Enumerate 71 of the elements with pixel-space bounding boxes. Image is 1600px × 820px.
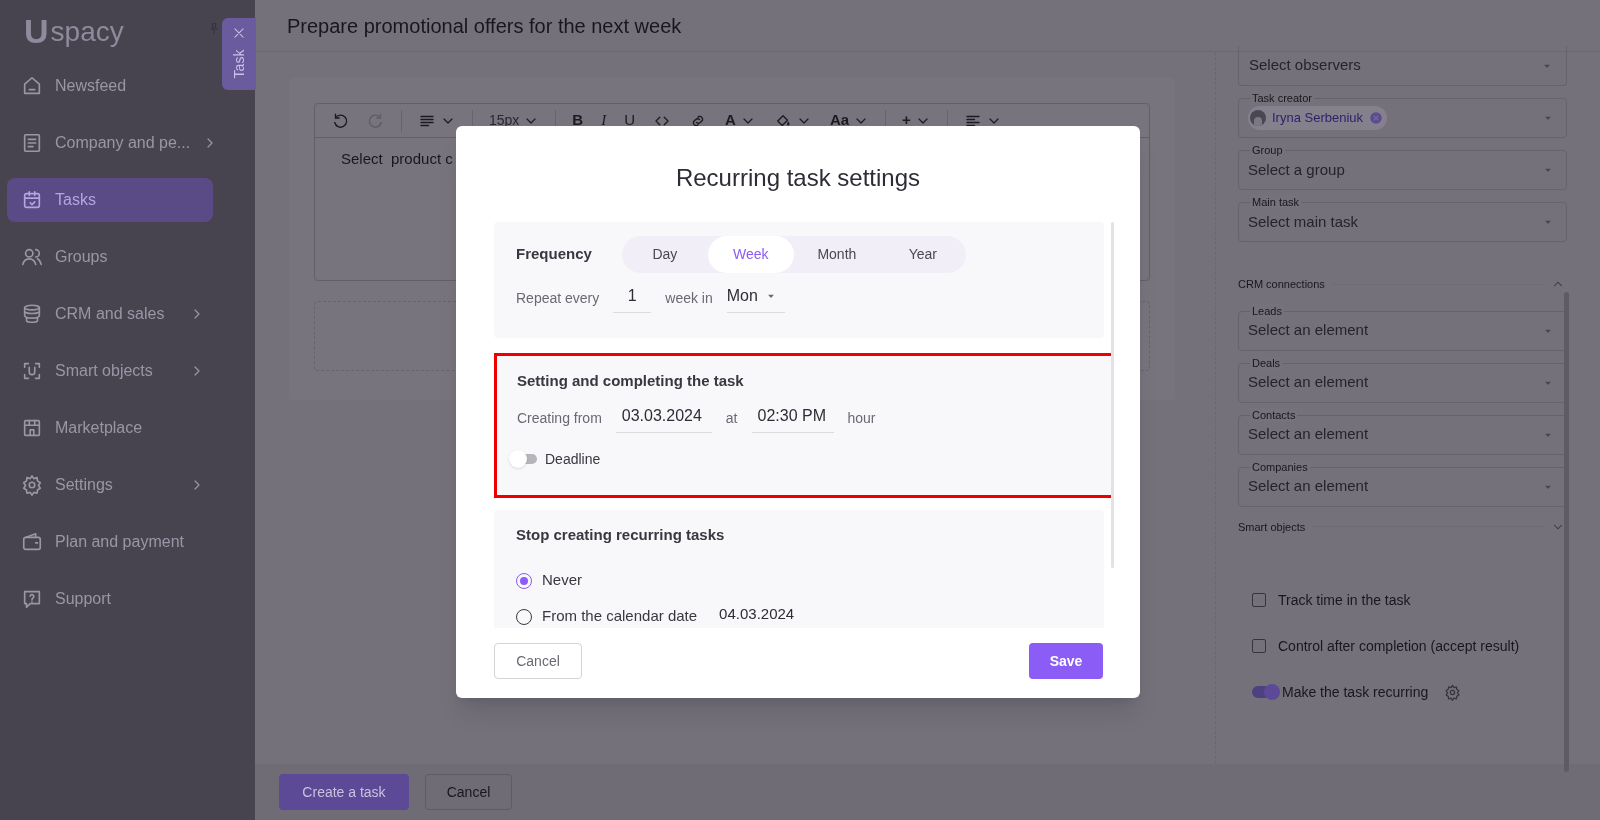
- people-icon: [21, 246, 43, 268]
- dialog-button[interactable]: Cancel: [494, 643, 582, 679]
- task-tab[interactable]: Task: [222, 18, 256, 90]
- remove-icon: [1369, 111, 1384, 125]
- section-header[interactable]: Smart objects: [1238, 518, 1567, 535]
- sidebar-item[interactable]: Plan and payment: [7, 520, 213, 564]
- time-field[interactable]: 02:30 PM: [751, 403, 834, 433]
- option-label: From the calendar date: [542, 606, 698, 627]
- store-icon: [21, 417, 43, 439]
- footer-button[interactable]: Cancel: [425, 774, 512, 810]
- field-label: Repeat every: [516, 289, 600, 308]
- footer-button[interactable]: Create a task: [279, 774, 409, 810]
- option-label: Never: [542, 570, 582, 591]
- field-label: Task creator: [1250, 91, 1314, 105]
- field-label: Creating from: [517, 408, 602, 428]
- sidebar-item[interactable]: Tasks: [7, 178, 213, 222]
- frequency-tab[interactable]: Day: [621, 236, 708, 273]
- sidebar-item[interactable]: Marketplace: [7, 406, 213, 450]
- section-title: Setting and completing the task: [517, 371, 745, 391]
- avatar: [1250, 110, 1266, 126]
- select-field[interactable]: Select observers: [1238, 46, 1567, 86]
- wallet-icon: [21, 531, 43, 553]
- field-label: hour: [847, 408, 876, 428]
- toolbar-button[interactable]: B: [566, 107, 590, 134]
- sidebar-item[interactable]: Settings: [7, 463, 213, 507]
- field-label: Group: [1250, 143, 1285, 157]
- home-icon: [21, 75, 43, 97]
- user-chip[interactable]: Iryna Serbeniuk: [1248, 106, 1388, 130]
- frame-icon: [21, 360, 43, 382]
- toggle-switch[interactable]: [1252, 686, 1278, 698]
- sidebar-item[interactable]: Smart objects: [7, 349, 213, 393]
- dialog-title: Recurring task settings: [674, 163, 922, 193]
- toolbar-button[interactable]: I: [595, 107, 613, 134]
- field-label: Main task: [1250, 195, 1302, 209]
- day-dropdown[interactable]: Mon: [726, 284, 785, 313]
- number-field[interactable]: 1: [613, 284, 652, 313]
- field-label: week in: [665, 289, 713, 308]
- calendar-icon: [21, 189, 43, 211]
- date-field[interactable]: 03.03.2024: [615, 403, 712, 433]
- checkbox[interactable]: [1252, 639, 1266, 653]
- section-title: Stop creating recurring tasks: [516, 525, 726, 545]
- help-icon: [21, 588, 43, 610]
- sidebar-item[interactable]: Groups: [7, 235, 213, 279]
- redo-icon: [367, 111, 385, 130]
- highlight-frame: Setting and completing the task Creating from 03.03.2024 at 02:30 PM hour Deadline: [494, 353, 1114, 498]
- toolbar-button[interactable]: U: [618, 107, 642, 134]
- settings-icon: [21, 474, 43, 496]
- frequency-tab[interactable]: Month: [793, 236, 880, 273]
- frequency-tab[interactable]: Week: [707, 236, 794, 273]
- database-icon: [21, 303, 43, 325]
- settings-section: Frequency Day Week Month Year Repeat every 1 week in Mon: [494, 222, 1104, 338]
- settings-icon: [1444, 683, 1462, 701]
- option-label: Track time in the task: [1278, 590, 1411, 610]
- dialog-button[interactable]: Save: [1029, 643, 1103, 679]
- logo-mark: U: [24, 14, 49, 48]
- page-title: Prepare promotional offers for the next week: [287, 13, 682, 39]
- document-icon: [21, 132, 43, 154]
- sidebar-item[interactable]: Company and pe...: [7, 121, 213, 165]
- sidebar-item[interactable]: Newsfeed: [7, 64, 213, 108]
- sidebar-item[interactable]: CRM and sales: [7, 292, 213, 336]
- logo-text: spacy: [50, 18, 124, 48]
- close-icon: [232, 26, 246, 40]
- option-label: Control after completion (accept result): [1278, 636, 1520, 656]
- date-value[interactable]: 04.03.2024: [719, 603, 795, 628]
- sidebar-item[interactable]: Support: [7, 577, 213, 621]
- checkbox[interactable]: [1252, 593, 1266, 607]
- option-label: Make the task recurring: [1282, 682, 1429, 702]
- field-label: at: [725, 408, 738, 428]
- frequency-tab[interactable]: Year: [879, 236, 966, 273]
- undo-icon: [331, 111, 349, 130]
- section-header[interactable]: CRM connections: [1238, 276, 1567, 293]
